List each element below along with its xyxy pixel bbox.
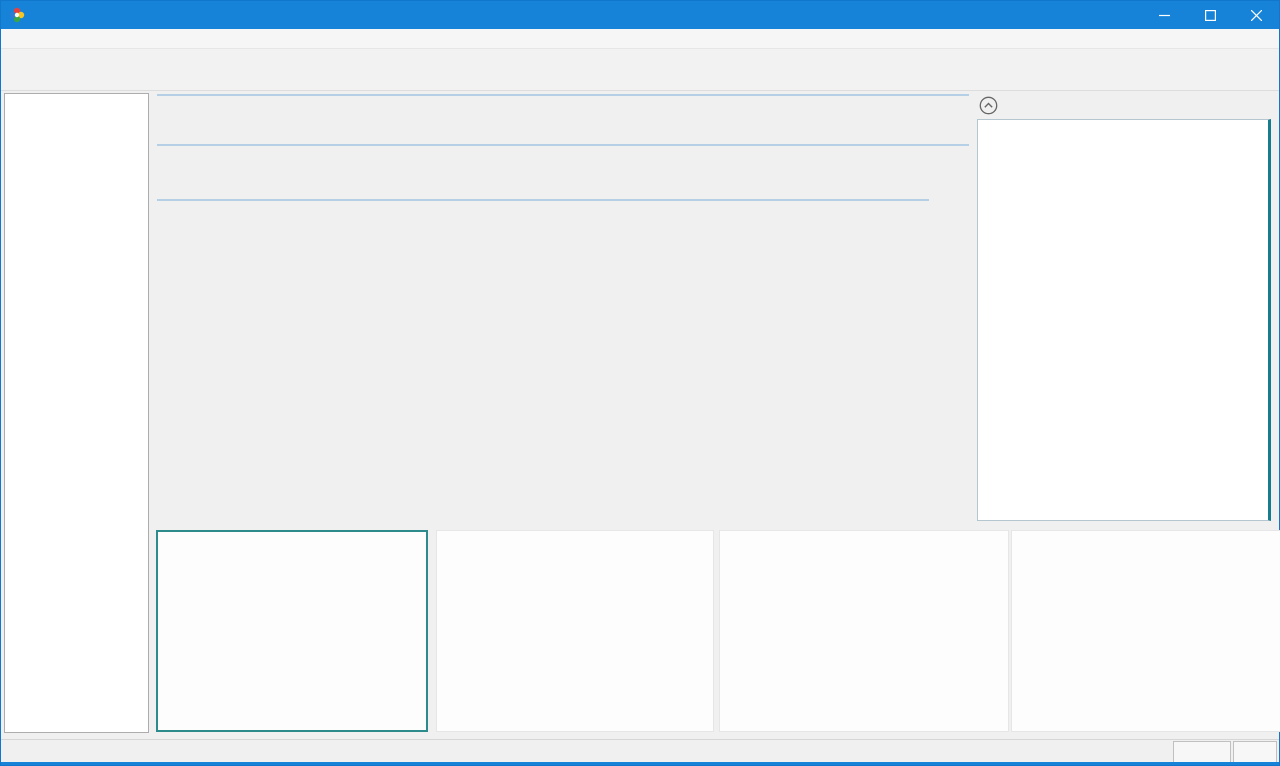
maximize-button[interactable]	[1187, 1, 1233, 29]
chart-reflectance	[719, 530, 1009, 732]
main-area	[1, 91, 1279, 739]
status-extra-cell	[1233, 741, 1277, 764]
color-diff-panel	[975, 93, 1279, 523]
titlebar	[1, 1, 1279, 29]
sample-tree	[4, 93, 149, 733]
status-bar	[1, 739, 1279, 764]
standard-table	[157, 144, 969, 146]
window-bottom-edge	[1, 762, 1279, 765]
toolbar	[1, 49, 1279, 91]
close-button[interactable]	[1233, 1, 1279, 29]
chart-delta-e	[436, 530, 714, 732]
app-logo-icon	[9, 7, 25, 23]
auto-mode-button[interactable]	[1173, 741, 1231, 764]
sample-table	[157, 199, 929, 201]
window-controls	[1141, 1, 1279, 29]
collapse-button[interactable]	[979, 96, 998, 115]
menu-bar	[1, 29, 1279, 49]
tolerance-table	[157, 94, 969, 96]
minimize-button[interactable]	[1141, 1, 1187, 29]
diff-card	[977, 119, 1271, 521]
chart-lab-gamut	[1011, 530, 1280, 732]
app-window	[0, 0, 1280, 766]
chart-delta-ab	[156, 530, 428, 732]
